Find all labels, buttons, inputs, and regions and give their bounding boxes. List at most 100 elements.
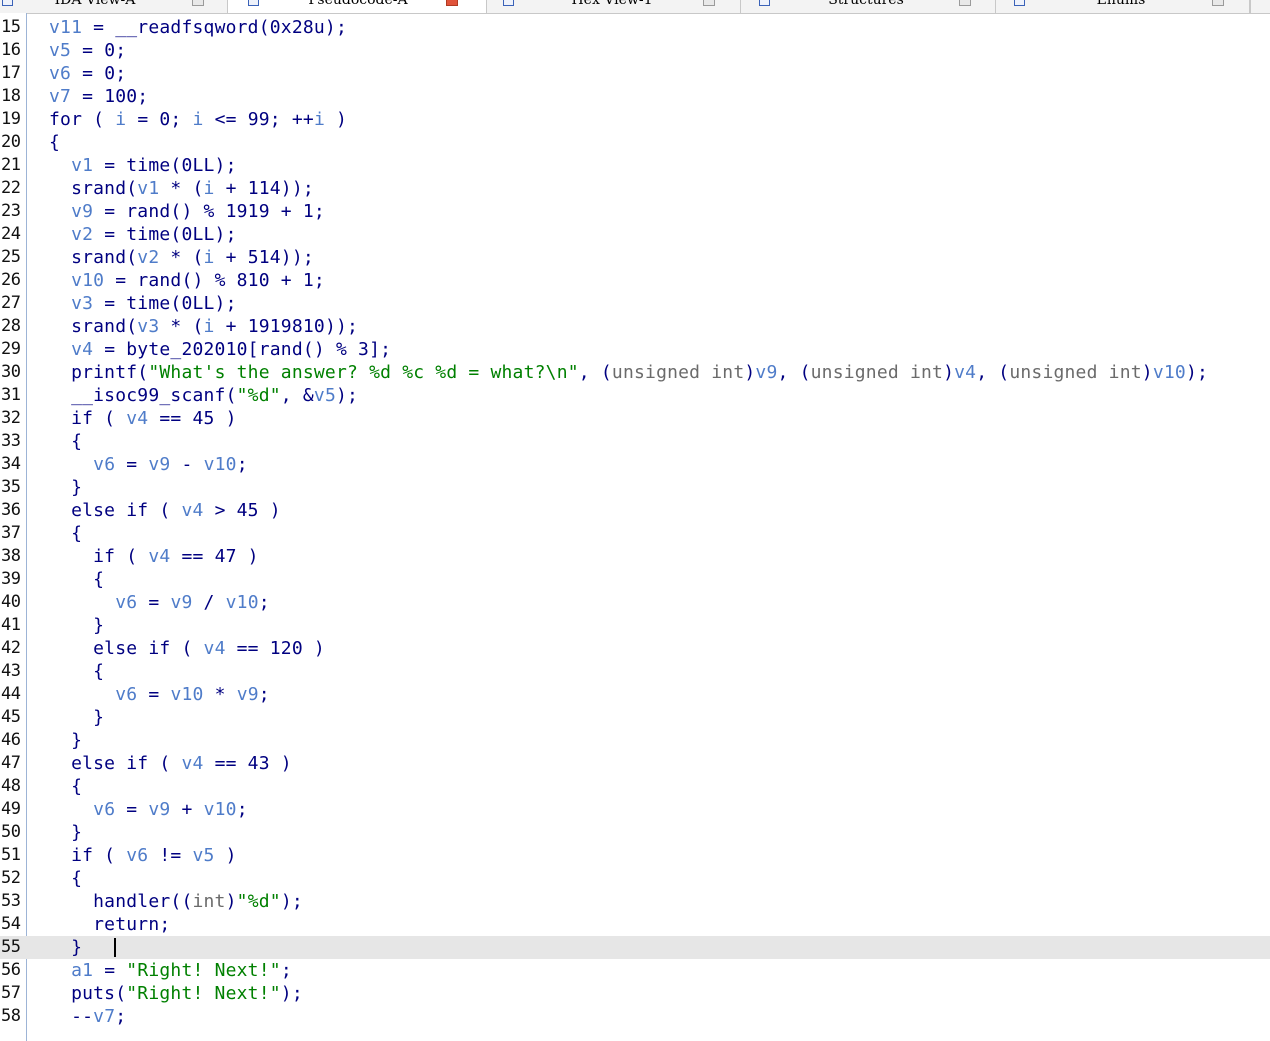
line-number: 24 — [1, 224, 21, 244]
code-line[interactable]: 41 } — [0, 614, 1270, 637]
tab-ida-view-a[interactable]: IDA View-A — [0, 0, 228, 13]
code-line[interactable]: 39 { — [0, 568, 1270, 591]
code-line[interactable]: 50 } — [0, 821, 1270, 844]
tab-label: Structures — [828, 0, 904, 8]
code-line[interactable]: 23 v9 = rand() % 1919 + 1; — [0, 200, 1270, 223]
code-line[interactable]: 32 if ( v4 == 45 ) — [0, 407, 1270, 430]
code-text: if ( v4 == 45 ) — [49, 408, 237, 429]
line-number: 42 — [1, 638, 21, 658]
code-line[interactable]: 20 { — [0, 131, 1270, 154]
code-text: v3 = time(0LL); — [71, 293, 237, 314]
line-number: 27 — [1, 293, 21, 313]
code-text: v5 = 0; — [49, 40, 127, 61]
close-icon[interactable] — [192, 0, 204, 6]
line-number: 54 — [1, 914, 21, 934]
line-number: 43 — [1, 661, 21, 681]
code-line[interactable]: 15 v11 = __readfsqword(0x28u); — [0, 16, 1270, 39]
code-line[interactable]: 17 v6 = 0; — [0, 62, 1270, 85]
code-text: srand(v3 * (i + 1919810)); — [49, 316, 359, 337]
code-line[interactable]: 26 v10 = rand() % 810 + 1; — [0, 269, 1270, 292]
code-line[interactable]: 56 a1 = "Right! Next!"; — [0, 959, 1270, 982]
code-line[interactable]: 38 if ( v4 == 47 ) — [0, 545, 1270, 568]
line-number: 38 — [1, 546, 21, 566]
tab-pseudocode-a[interactable]: Pseudocode-A — [228, 0, 487, 13]
code-text: } — [49, 477, 83, 498]
line-number: 25 — [1, 247, 21, 267]
close-icon[interactable] — [446, 0, 458, 6]
line-number: 22 — [1, 178, 21, 198]
code-line[interactable]: 57 puts("Right! Next!"); — [0, 982, 1270, 1005]
code-line[interactable]: 47 else if ( v4 == 43 ) — [0, 752, 1270, 775]
line-number: 46 — [1, 730, 21, 750]
line-number: 35 — [1, 477, 21, 497]
code-line[interactable]: 31 __isoc99_scanf("%d", &v5); — [0, 384, 1270, 407]
tab-enums[interactable]: Enums — [996, 0, 1250, 13]
tab-label: Pseudocode-A — [308, 0, 408, 8]
code-line[interactable]: 52 { — [0, 867, 1270, 890]
code-line[interactable]: 55 } — [0, 936, 1270, 959]
code-line[interactable]: 49 v6 = v9 + v10; — [0, 798, 1270, 821]
code-line[interactable]: 37 { — [0, 522, 1270, 545]
code-text: } — [49, 937, 83, 958]
tab-scroll-button[interactable] — [1250, 0, 1270, 13]
code-text: v6 = v9 / v10; — [115, 592, 270, 613]
code-line[interactable]: 44 v6 = v10 * v9; — [0, 683, 1270, 706]
code-line[interactable]: 45 } — [0, 706, 1270, 729]
line-number: 37 — [1, 523, 21, 543]
code-text: { — [49, 776, 83, 797]
code-line[interactable]: 36 else if ( v4 > 45 ) — [0, 499, 1270, 522]
line-number: 15 — [1, 17, 21, 37]
code-text: for ( i = 0; i <= 99; ++i ) — [49, 109, 348, 130]
code-line[interactable]: 28 srand(v3 * (i + 1919810)); — [0, 315, 1270, 338]
code-line[interactable]: 16 v5 = 0; — [0, 39, 1270, 62]
line-number: 21 — [1, 155, 21, 175]
code-line[interactable]: 21 v1 = time(0LL); — [0, 154, 1270, 177]
code-line[interactable]: 30 printf("What's the answer? %d %c %d =… — [0, 361, 1270, 384]
text-cursor — [114, 938, 116, 957]
line-number: 17 — [1, 63, 21, 83]
tab-hex-view-1[interactable]: Hex View-1 — [487, 0, 741, 13]
tab-structures[interactable]: Structures — [741, 0, 996, 13]
code-line[interactable]: 19 for ( i = 0; i <= 99; ++i ) — [0, 108, 1270, 131]
code-text: a1 = "Right! Next!"; — [71, 960, 292, 981]
code-line[interactable]: 40 v6 = v9 / v10; — [0, 591, 1270, 614]
code-text: --v7; — [49, 1006, 127, 1027]
line-number: 23 — [1, 201, 21, 221]
close-icon[interactable] — [959, 0, 971, 6]
line-number: 50 — [1, 822, 21, 842]
code-text: { — [49, 431, 83, 452]
line-number: 29 — [1, 339, 21, 359]
code-line[interactable]: 42 else if ( v4 == 120 ) — [0, 637, 1270, 660]
code-line[interactable]: 18 v7 = 100; — [0, 85, 1270, 108]
code-line[interactable]: 33 { — [0, 430, 1270, 453]
line-number: 36 — [1, 500, 21, 520]
code-line[interactable]: 29 v4 = byte_202010[rand() % 3]; — [0, 338, 1270, 361]
code-text: srand(v2 * (i + 514)); — [49, 247, 314, 268]
code-text: } — [49, 615, 105, 636]
tab-label: IDA View-A — [54, 0, 136, 8]
code-line[interactable]: 54 return; — [0, 913, 1270, 936]
code-line[interactable]: 22 srand(v1 * (i + 114)); — [0, 177, 1270, 200]
code-line[interactable]: 58 --v7; — [0, 1005, 1270, 1028]
close-icon[interactable] — [703, 0, 715, 6]
code-line[interactable]: 27 v3 = time(0LL); — [0, 292, 1270, 315]
code-line[interactable]: 43 { — [0, 660, 1270, 683]
code-text: v10 = rand() % 810 + 1; — [71, 270, 325, 291]
code-line[interactable]: 25 srand(v2 * (i + 514)); — [0, 246, 1270, 269]
line-number: 31 — [1, 385, 21, 405]
code-line[interactable]: 24 v2 = time(0LL); — [0, 223, 1270, 246]
code-line[interactable]: 35 } — [0, 476, 1270, 499]
structures-icon — [759, 0, 770, 6]
pseudocode-view[interactable]: 15 v11 = __readfsqword(0x28u); 16 v5 = 0; 17… — [0, 16, 1270, 1028]
close-icon[interactable] — [1212, 0, 1224, 6]
line-number: 47 — [1, 753, 21, 773]
code-line[interactable]: 46 } — [0, 729, 1270, 752]
code-text: else if ( v4 == 120 ) — [49, 638, 325, 659]
code-line[interactable]: 51 if ( v6 != v5 ) — [0, 844, 1270, 867]
code-line[interactable]: 48 { — [0, 775, 1270, 798]
code-text: else if ( v4 > 45 ) — [49, 500, 281, 521]
code-line[interactable]: 53 handler((int)"%d"); — [0, 890, 1270, 913]
code-line[interactable]: 34 v6 = v9 - v10; — [0, 453, 1270, 476]
line-number: 52 — [1, 868, 21, 888]
code-text: } — [49, 730, 83, 751]
